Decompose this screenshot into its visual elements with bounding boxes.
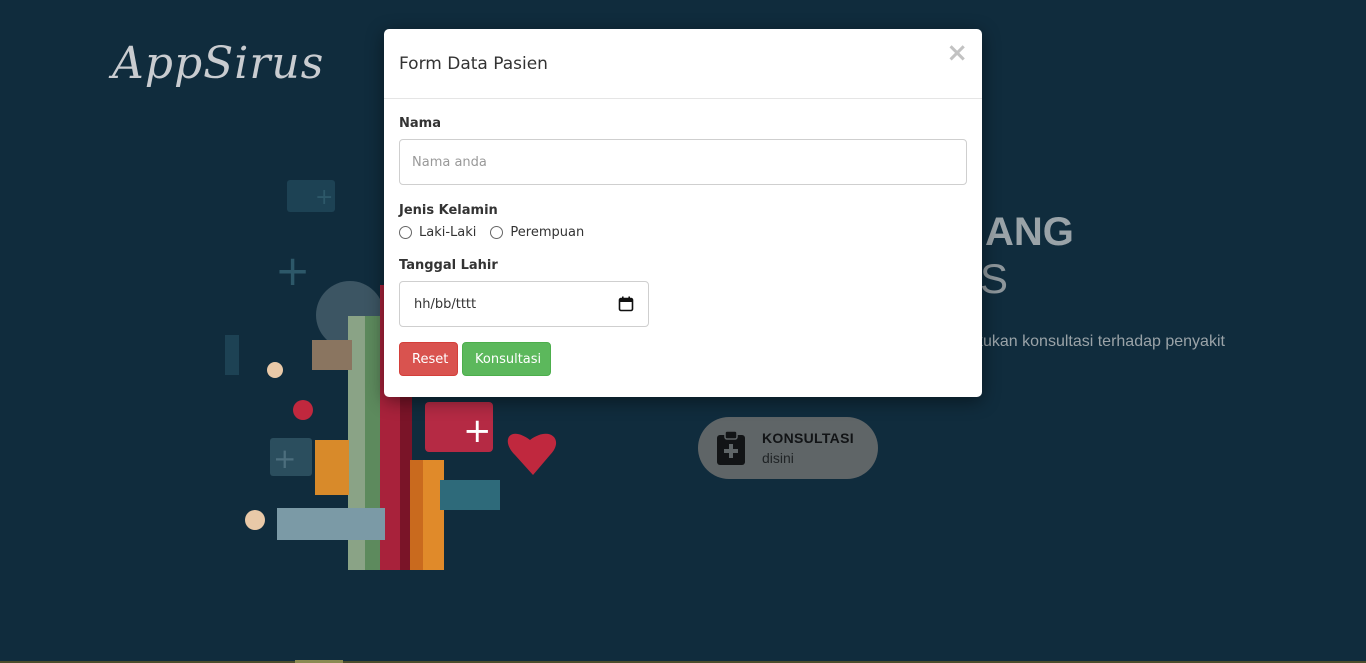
hero-description: kukan konsultasi terhadap penyakit (975, 333, 1225, 350)
reset-button[interactable]: Reset (399, 342, 458, 376)
modal-body: Nama Jenis Kelamin Laki-Laki Perempuan T… (384, 99, 982, 376)
svg-text:+: + (463, 411, 492, 451)
hero-title: ANG (985, 210, 1074, 254)
birthdate-input[interactable]: hh/bb/tttt (399, 281, 649, 327)
gender-group: Jenis Kelamin Laki-Laki Perempuan (399, 203, 967, 240)
gender-option-laki-laki[interactable]: Laki-Laki (399, 225, 476, 240)
gender-option-perempuan[interactable]: Perempuan (490, 225, 584, 240)
cta-title: KONSULTASI (762, 430, 854, 446)
gender-label: Jenis Kelamin (399, 203, 498, 218)
birthdate-label: Tanggal Lahir (399, 258, 498, 273)
svg-text:+: + (315, 185, 333, 210)
form-actions: Reset Konsultasi (399, 342, 967, 376)
konsultasi-button[interactable]: Konsultasi (462, 342, 551, 376)
cta-subtitle: disini (762, 450, 794, 466)
svg-text:+: + (273, 442, 296, 475)
birthdate-group: Tanggal Lahir hh/bb/tttt (399, 258, 967, 327)
gender-radio-group: Laki-Laki Perempuan (399, 225, 967, 240)
hero-subtitle: S (980, 255, 1009, 302)
app-logo[interactable]: AppSirus (112, 38, 324, 89)
radio-label-perempuan: Perempuan (510, 225, 585, 240)
svg-text:+: + (275, 246, 310, 295)
radio-button-perempuan[interactable] (490, 226, 504, 239)
birthdate-placeholder: hh/bb/tttt (414, 296, 477, 312)
radio-label-laki-laki: Laki-Laki (419, 225, 477, 240)
name-input[interactable] (399, 139, 967, 185)
modal-header: Form Data Pasien × (384, 29, 982, 99)
close-button[interactable]: × (946, 39, 968, 67)
patient-form-modal: Form Data Pasien × Nama Jenis Kelamin La… (384, 29, 982, 397)
konsultasi-cta-button[interactable]: KONSULTASI disini (698, 417, 878, 479)
calendar-icon[interactable] (618, 296, 634, 312)
clipboard-medical-icon (717, 430, 745, 465)
name-label: Nama (399, 116, 441, 131)
name-group: Nama (399, 116, 967, 185)
modal-title: Form Data Pasien (399, 53, 548, 74)
radio-button-laki-laki[interactable] (399, 226, 412, 239)
